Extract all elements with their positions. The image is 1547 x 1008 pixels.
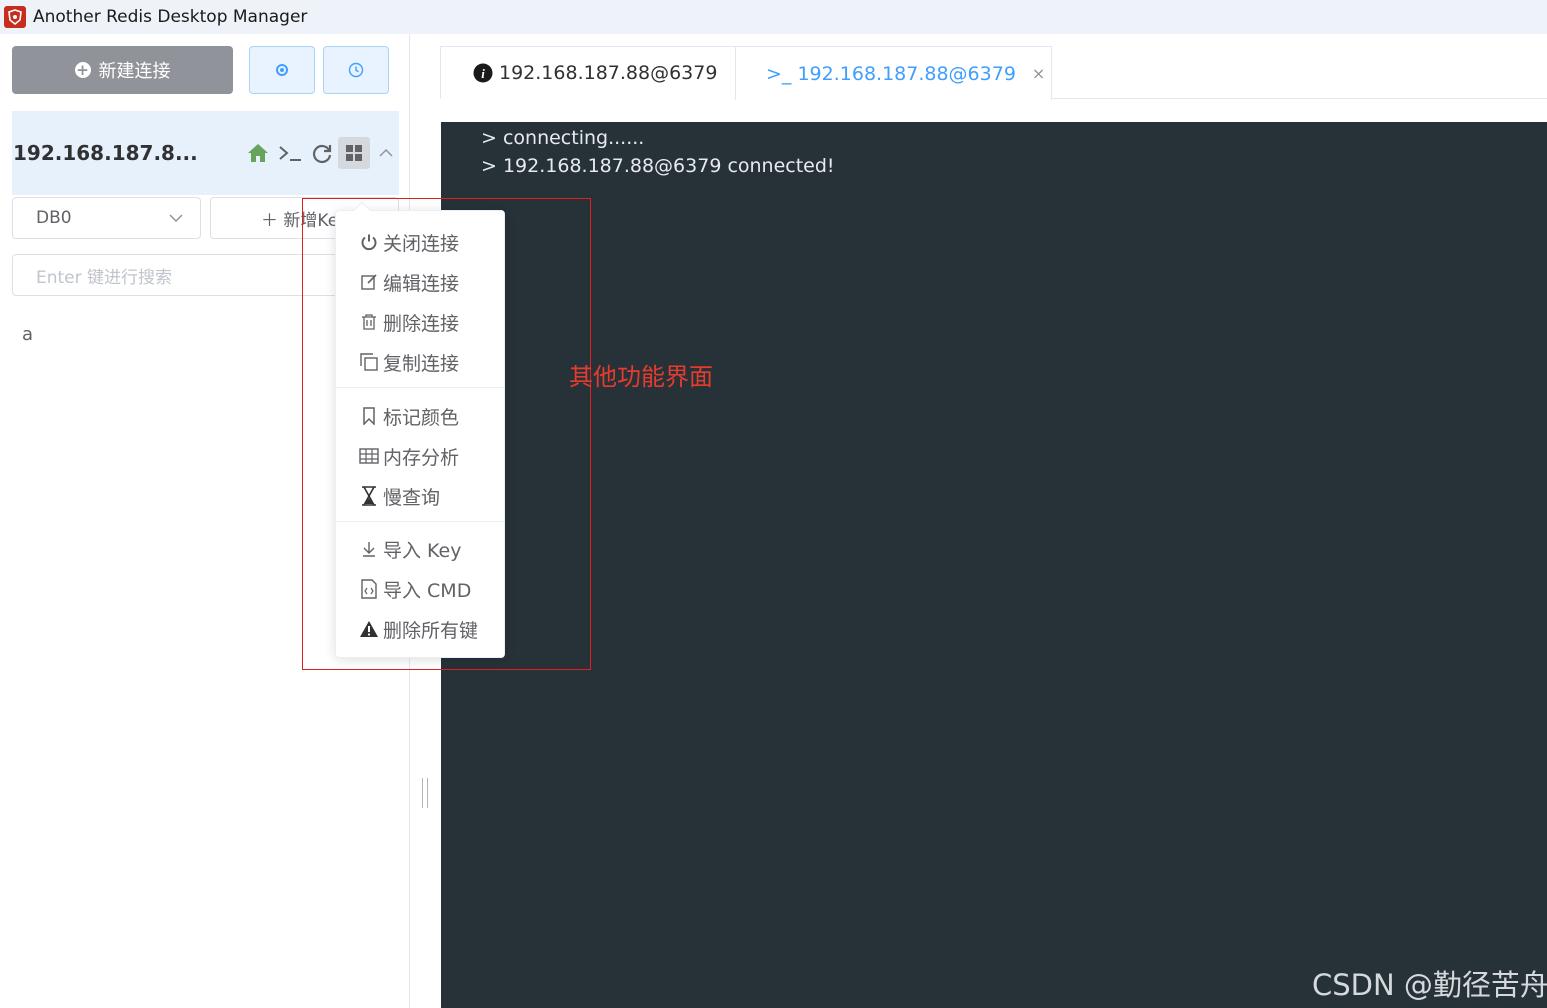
title-bar: Another Redis Desktop Manager: [0, 0, 1547, 34]
more-menu-button[interactable]: [338, 137, 370, 169]
annotation-box: [302, 198, 591, 670]
tab-connection-info[interactable]: i 192.168.187.88@6379: [440, 46, 736, 99]
history-button[interactable]: [323, 46, 389, 94]
console-line: > 192.168.187.88@6379 connected!: [481, 155, 835, 177]
watermark: CSDN @勤径苦舟: [1312, 968, 1547, 1002]
settings-button[interactable]: [249, 46, 315, 94]
refresh-icon: [312, 144, 332, 164]
db-select-value: DB0: [36, 208, 72, 228]
gear-icon: [276, 64, 288, 76]
plus-circle-icon: +: [74, 61, 91, 79]
db-select[interactable]: DB0: [12, 197, 201, 239]
connection-toolbar: [242, 137, 402, 169]
info-icon: i: [473, 63, 493, 83]
chevron-down-icon: [169, 214, 183, 223]
tab-bar: i 192.168.187.88@6379 >_ 192.168.187.88@…: [440, 46, 1547, 100]
resize-handle[interactable]: [422, 778, 428, 808]
grid-icon: [346, 145, 362, 161]
refresh-button[interactable]: [306, 137, 338, 169]
new-connection-label: 新建连接: [98, 61, 171, 82]
console-button[interactable]: [274, 137, 306, 169]
console-line: > connecting......: [481, 127, 645, 149]
collapse-button[interactable]: [370, 137, 402, 169]
chevron-up-icon: [379, 148, 393, 157]
close-icon[interactable]: ×: [1032, 64, 1045, 83]
terminal-icon: [279, 146, 301, 161]
new-connection-button[interactable]: + 新建连接: [12, 46, 233, 94]
tab-label: >_ 192.168.187.88@6379: [766, 62, 1016, 85]
key-list-item[interactable]: a: [22, 324, 33, 345]
connection-header[interactable]: 192.168.187.8...: [12, 111, 399, 195]
connection-name: 192.168.187.8...: [13, 141, 198, 165]
svg-text:i: i: [481, 66, 485, 81]
search-placeholder: Enter 键进行搜索: [36, 267, 173, 288]
app-logo-icon: [4, 6, 26, 28]
home-button[interactable]: [242, 137, 274, 169]
window-title: Another Redis Desktop Manager: [33, 7, 308, 27]
annotation-text: 其他功能界面: [569, 363, 713, 391]
console-panel[interactable]: > connecting...... > 192.168.187.88@6379…: [441, 122, 1547, 1008]
home-icon: [248, 144, 268, 162]
tab-label: 192.168.187.88@6379: [499, 62, 718, 84]
clock-icon: [348, 62, 364, 78]
tab-console[interactable]: >_ 192.168.187.88@6379 ×: [735, 46, 1052, 100]
